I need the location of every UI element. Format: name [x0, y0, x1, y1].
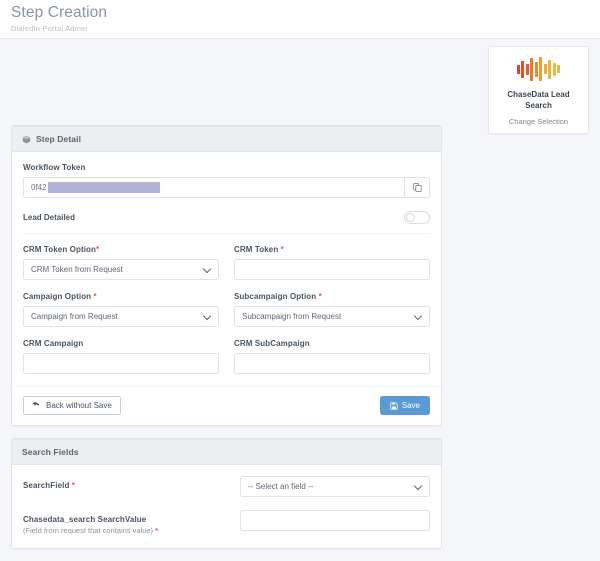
campaign-option-label: Campaign Option *	[23, 292, 219, 301]
campaign-option-value: Campaign from Request	[31, 312, 118, 321]
search-field-label: SearchField *	[23, 476, 228, 490]
search-fields-panel: Search Fields SearchField * -- Select an…	[11, 438, 442, 549]
workflow-token-selection-highlight	[47, 182, 160, 193]
page-header: Step Creation DialedIn Portal Admin	[0, 0, 600, 39]
crm-campaign-field: CRM Campaign	[23, 339, 219, 374]
subcampaign-option-select[interactable]: Subcampaign from Request	[234, 306, 430, 327]
page-title: Step Creation	[11, 4, 108, 21]
crm-token-row: CRM Token Option* CRM Token from Request…	[23, 245, 430, 280]
crm-token-required: *	[280, 245, 284, 254]
selection-card-name: ChaseData Lead Search	[507, 90, 570, 110]
crm-subcampaign-label: CRM SubCampaign	[234, 339, 310, 348]
search-fields-panel-title: Search Fields	[22, 447, 79, 457]
crm-token-option-label: CRM Token Option*	[23, 245, 219, 254]
save-disk-icon	[390, 401, 398, 410]
search-fields-panel-body: SearchField * -- Select an field -- Chas…	[12, 465, 441, 548]
selection-card[interactable]: ChaseData Lead Search Change Selection	[488, 46, 589, 134]
crm-campaign-label: CRM Campaign	[23, 339, 84, 348]
campaign-option-label-text: Campaign Option	[23, 292, 92, 301]
crm-token-option-value: CRM Token from Request	[31, 265, 123, 274]
subcampaign-option-label-text: Subcampaign Option	[234, 292, 317, 301]
step-detail-panel-header: Step Detail	[12, 127, 441, 152]
step-detail-actions: Back without Save Save	[12, 386, 441, 425]
workflow-token-group: 0f42	[23, 177, 430, 198]
step-detail-panel-title: Step Detail	[36, 134, 82, 144]
undo-arrow-icon	[32, 401, 41, 410]
search-value-label-inner: Chasedata_search SearchValue	[23, 515, 147, 524]
search-field-value: -- Select an field --	[248, 482, 314, 491]
back-without-save-label: Back without Save	[46, 401, 112, 410]
subcampaign-option-label: Subcampaign Option *	[234, 292, 430, 301]
campaign-options-row: Campaign Option * Campaign from Request …	[23, 292, 430, 327]
chevron-down-icon	[415, 483, 422, 490]
search-field-select[interactable]: -- Select an field --	[240, 476, 430, 497]
search-fields-panel-header: Search Fields	[12, 440, 441, 465]
crm-subcampaign-field: CRM SubCampaign	[234, 339, 430, 374]
main-content: Step Detail Workflow Token 0f42 Lead Det…	[11, 125, 442, 561]
search-value-required: *	[155, 526, 159, 535]
workflow-token-label: Workflow Token	[23, 163, 86, 172]
step-detail-panel-body: Workflow Token 0f42 Lead Detailed CRM To…	[12, 152, 441, 425]
search-value-sub-label: (Field from request that contains value)…	[23, 526, 228, 535]
copy-token-button[interactable]	[404, 177, 430, 198]
crm-campaign-row: CRM Campaign CRM SubCampaign	[23, 339, 430, 374]
crm-token-option-field: CRM Token Option* CRM Token from Request	[23, 245, 219, 280]
crm-token-option-select[interactable]: CRM Token from Request	[23, 259, 219, 280]
waveform-icon	[495, 56, 582, 82]
workflow-token-value: 0f42	[31, 183, 47, 192]
crm-token-label-text: CRM Token	[234, 245, 279, 254]
crm-token-label: CRM Token *	[234, 245, 430, 254]
crm-subcampaign-input[interactable]	[234, 353, 430, 374]
page-subtitle: DialedIn Portal Admin	[11, 24, 88, 33]
copy-icon	[412, 183, 422, 192]
search-field-row: SearchField * -- Select an field --	[23, 476, 430, 510]
search-field-required: *	[71, 481, 75, 490]
crm-campaign-input[interactable]	[23, 353, 219, 374]
crm-token-option-required: *	[96, 245, 100, 254]
chevron-down-icon	[204, 266, 211, 273]
campaign-option-select[interactable]: Campaign from Request	[23, 306, 219, 327]
lead-detailed-row: Lead Detailed	[23, 211, 430, 234]
chevron-down-icon	[204, 313, 211, 320]
search-field-label-text: SearchField	[23, 481, 70, 490]
crm-token-option-label-text: CRM Token Option	[23, 245, 96, 254]
save-button[interactable]: Save	[379, 396, 430, 415]
change-selection-link[interactable]: Change Selection	[495, 117, 582, 126]
crm-token-field: CRM Token *	[234, 245, 430, 280]
search-value-sub-label-text: (Field from request that contains value)	[23, 526, 154, 535]
lead-detailed-toggle[interactable]	[404, 211, 430, 224]
lead-detailed-label: Lead Detailed	[23, 213, 76, 222]
step-detail-panel: Step Detail Workflow Token 0f42 Lead Det…	[11, 125, 442, 426]
chevron-down-icon	[415, 313, 422, 320]
subcampaign-option-required: *	[318, 292, 322, 301]
toggle-knob	[406, 213, 415, 222]
subcampaign-option-field: Subcampaign Option * Subcampaign from Re…	[234, 292, 430, 327]
search-field-control: -- Select an field --	[240, 476, 430, 497]
back-without-save-button[interactable]: Back without Save	[23, 396, 121, 415]
cube-icon	[22, 135, 31, 144]
search-field-label-inner: SearchField *	[23, 481, 228, 490]
workflow-token-field: Workflow Token 0f42	[23, 163, 430, 198]
campaign-option-required: *	[93, 292, 97, 301]
search-value-label: Chasedata_search SearchValue (Field from…	[23, 510, 228, 535]
search-value-row: Chasedata_search SearchValue (Field from…	[23, 510, 430, 548]
crm-token-input[interactable]	[234, 259, 430, 280]
save-button-label: Save	[401, 401, 420, 410]
workflow-token-input[interactable]: 0f42	[23, 177, 404, 198]
campaign-option-field: Campaign Option * Campaign from Request	[23, 292, 219, 327]
subcampaign-option-value: Subcampaign from Request	[242, 312, 342, 321]
selection-card-wrapper: ChaseData Lead Search Change Selection	[488, 46, 589, 134]
